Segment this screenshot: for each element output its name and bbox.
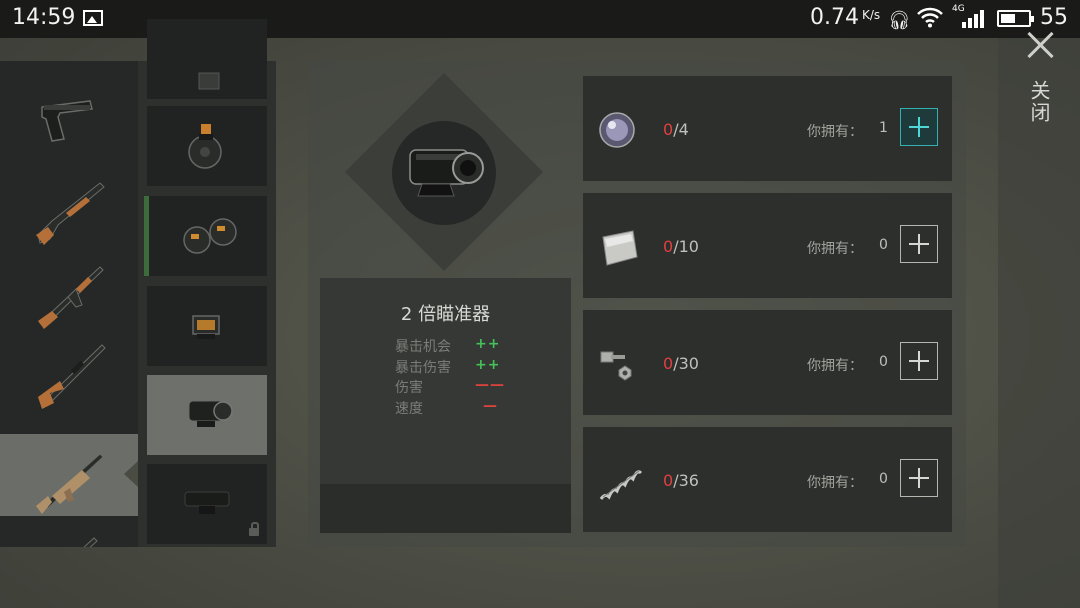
material-row-lens: 0/4 你拥有： 1 (583, 76, 952, 181)
weapon-list[interactable] (0, 61, 138, 547)
stat-value: —— (475, 377, 505, 393)
add-spring-button[interactable] (900, 459, 938, 497)
rifle-partial-icon (83, 537, 98, 547)
stat-value: ++ (475, 336, 501, 352)
material-row-bolt: 0/30 你拥有： 0 (583, 310, 952, 415)
weapon-slot-ak[interactable] (0, 245, 138, 329)
attachment-list[interactable] (138, 19, 276, 547)
bolt-nut-icon (600, 351, 632, 381)
battery-level: 55 (1040, 5, 1068, 30)
material-have: 0 (663, 120, 674, 139)
item-stats-box: 2 倍瞄准器 暴击机会 ++ 暴击伤害 ++ 伤害 —— 速度 — (320, 278, 571, 533)
material-need: /4 (673, 120, 689, 139)
stat-label: 伤害 (395, 380, 423, 396)
lock-icon (249, 522, 259, 536)
material-have: 0 (663, 354, 674, 373)
headphone-icon: 🎧︎ (888, 10, 911, 31)
attachment-slot-holo[interactable] (147, 286, 267, 366)
scar-rifle-icon (36, 453, 104, 514)
shotgun-icon (36, 182, 105, 245)
attachment-slot-long-scope[interactable] (147, 464, 267, 544)
stat-value: ++ (475, 357, 501, 373)
scope-2x-large-icon (409, 149, 484, 197)
long-scope-icon (184, 491, 230, 514)
drum-magazine-icon (188, 124, 222, 169)
selection-pointer (124, 461, 138, 487)
attachment-slot-drum[interactable] (147, 106, 267, 186)
lens-icon (599, 112, 635, 148)
attachment-slot-magazine[interactable] (147, 19, 267, 99)
stat-label: 速度 (395, 401, 423, 417)
stat-crit-damage: 暴击伤害 ++ (395, 357, 545, 377)
add-plate-button[interactable] (900, 225, 938, 263)
material-count: 0/10 (663, 237, 699, 256)
weapon-slot-scar[interactable] (0, 434, 138, 516)
magazine-icon (198, 72, 220, 90)
stat-label: 暴击伤害 (395, 360, 451, 376)
holo-sight-icon (192, 315, 220, 339)
network-speed-unit: K/s (862, 8, 881, 22)
spring-icon (599, 470, 643, 500)
material-row-spring: 0/36 你拥有： 0 (583, 427, 952, 532)
stat-crit-chance: 暴击机会 ++ (395, 336, 545, 356)
assault-rifle-icon (38, 266, 104, 329)
material-need: /36 (673, 471, 699, 490)
stat-speed: 速度 — (395, 398, 545, 418)
metal-plate-icon (602, 230, 638, 266)
add-bolt-button[interactable] (900, 342, 938, 380)
weapon-slot-shotgun[interactable] (0, 163, 138, 245)
stats-footer (320, 484, 571, 533)
attachment-slot-double-mag[interactable] (144, 196, 267, 276)
attachment-slot-scope-2x[interactable] (147, 375, 267, 455)
owned-label: 你拥有： (807, 124, 863, 140)
gallery-icon (83, 10, 103, 26)
material-need: /10 (673, 237, 699, 256)
close-button-label[interactable]: 关闭 (1027, 80, 1054, 124)
owned-label: 你拥有： (807, 358, 863, 374)
owned-value: 0 (879, 354, 888, 370)
owned-value: 0 (879, 471, 888, 487)
material-count: 0/30 (663, 354, 699, 373)
signal-icon: 4G (952, 4, 984, 28)
owned-value: 0 (879, 237, 888, 253)
network-type: 4G (952, 4, 965, 14)
double-magazine-icon (183, 218, 237, 254)
owned-label: 你拥有： (807, 475, 863, 491)
sniper-rifle-icon (38, 344, 106, 409)
material-have: 0 (663, 237, 674, 256)
stat-damage: 伤害 —— (395, 377, 545, 397)
wifi-icon (916, 6, 944, 33)
pistol-icon (41, 100, 93, 142)
material-count: 0/4 (663, 120, 689, 139)
stat-value: — (483, 398, 498, 414)
status-time: 14:59 (12, 5, 76, 30)
weapon-slot-dragunov[interactable] (0, 327, 138, 409)
owned-label: 你拥有： (807, 241, 863, 257)
scope-2x-icon (188, 400, 233, 427)
close-icon[interactable] (1026, 30, 1056, 60)
weapon-slot-pistol[interactable] (0, 81, 138, 163)
owned-value: 1 (879, 120, 888, 136)
weapon-slot-next[interactable] (0, 516, 138, 547)
material-have: 0 (663, 471, 674, 490)
item-name: 2 倍瞄准器 (400, 304, 491, 325)
material-row-plate: 0/10 你拥有： 0 (583, 193, 952, 298)
add-lens-button[interactable] (900, 108, 938, 146)
stat-label: 暴击机会 (395, 339, 451, 355)
network-speed: 0.74 (810, 5, 859, 30)
material-count: 0/36 (663, 471, 699, 490)
material-need: /30 (673, 354, 699, 373)
battery-icon (997, 10, 1034, 27)
